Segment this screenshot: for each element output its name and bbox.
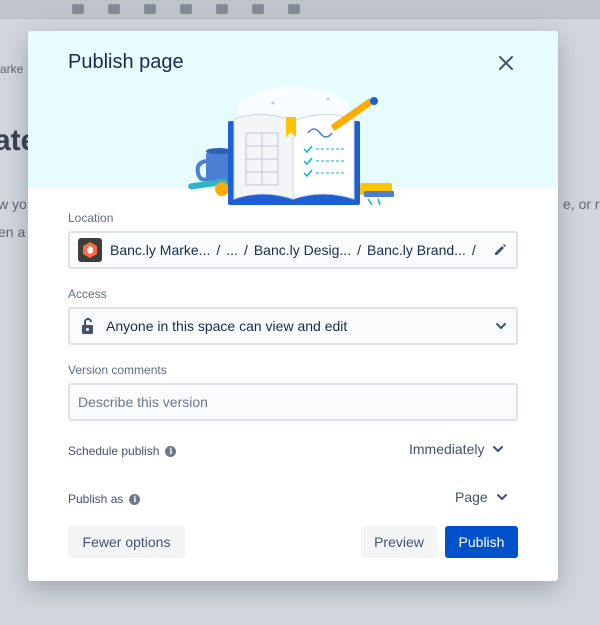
location-separator: / — [243, 242, 248, 258]
fewer-options-button[interactable]: Fewer options — [68, 526, 185, 558]
pencil-icon[interactable] — [492, 242, 508, 258]
toolbar-icon — [108, 4, 120, 14]
background-text: en a — [0, 224, 26, 240]
location-breadcrumb: Banc.ly Marke... / ... / Banc.ly Desig..… — [110, 242, 486, 258]
toolbar-icon — [216, 4, 228, 14]
chevron-down-icon — [496, 494, 507, 500]
close-icon — [499, 56, 513, 70]
schedule-publish-label: Schedule publish — [68, 444, 160, 458]
background-text: w yo — [0, 196, 27, 212]
location-crumb: Banc.ly Marke... — [110, 242, 211, 258]
location-crumb: Banc.ly Desig... — [253, 242, 352, 258]
background-text: e, or ro — [563, 196, 600, 212]
close-button[interactable] — [492, 49, 520, 77]
info-icon[interactable]: i — [129, 493, 141, 505]
chevron-down-icon — [496, 323, 506, 329]
info-icon[interactable]: i — [165, 445, 177, 457]
unlock-icon — [82, 318, 93, 334]
publish-button[interactable]: Publish — [445, 526, 518, 558]
schedule-publish-row: Schedule publish i — [68, 444, 177, 458]
location-separator: / — [216, 242, 221, 258]
background-divider — [0, 18, 600, 19]
version-comments-input[interactable] — [78, 394, 508, 410]
publish-as-value: Page — [455, 489, 488, 505]
modal-title: Publish page — [68, 51, 184, 73]
access-value: Anyone in this space can view and edit — [106, 318, 348, 334]
toolbar-icon — [72, 4, 84, 14]
book-illustration — [188, 86, 394, 206]
publish-as-label: Publish as — [68, 492, 124, 506]
publish-as-row: Publish as i — [68, 492, 141, 506]
chevron-down-icon — [493, 446, 504, 452]
toolbar-icon — [288, 4, 300, 14]
location-separator: / — [471, 242, 476, 258]
background-toolbar — [0, 0, 600, 18]
location-field[interactable]: Banc.ly Marke... / ... / Banc.ly Desig..… — [68, 231, 518, 269]
background-breadcrumb: arke — [0, 62, 24, 76]
access-select[interactable]: Anyone in this space can view and edit — [68, 307, 518, 345]
version-comments-label: Version comments — [68, 363, 167, 377]
location-separator: / — [357, 242, 361, 258]
preview-button[interactable]: Preview — [361, 526, 437, 558]
toolbar-icon — [180, 4, 192, 14]
schedule-publish-value: Immediately — [409, 441, 485, 457]
version-comments-box — [68, 383, 518, 421]
location-label: Location — [68, 211, 114, 225]
toolbar-icon — [252, 4, 264, 14]
location-crumb: Banc.ly Brand... — [366, 242, 466, 258]
access-label: Access — [68, 287, 107, 301]
schedule-publish-select[interactable]: Immediately — [409, 441, 504, 457]
location-crumb: ... — [226, 242, 238, 258]
publish-page-modal: Publish page Location Banc.ly Marke... /… — [28, 31, 558, 581]
publish-as-select[interactable]: Page — [455, 489, 508, 505]
space-avatar-icon — [78, 238, 102, 262]
toolbar-icon — [144, 4, 156, 14]
